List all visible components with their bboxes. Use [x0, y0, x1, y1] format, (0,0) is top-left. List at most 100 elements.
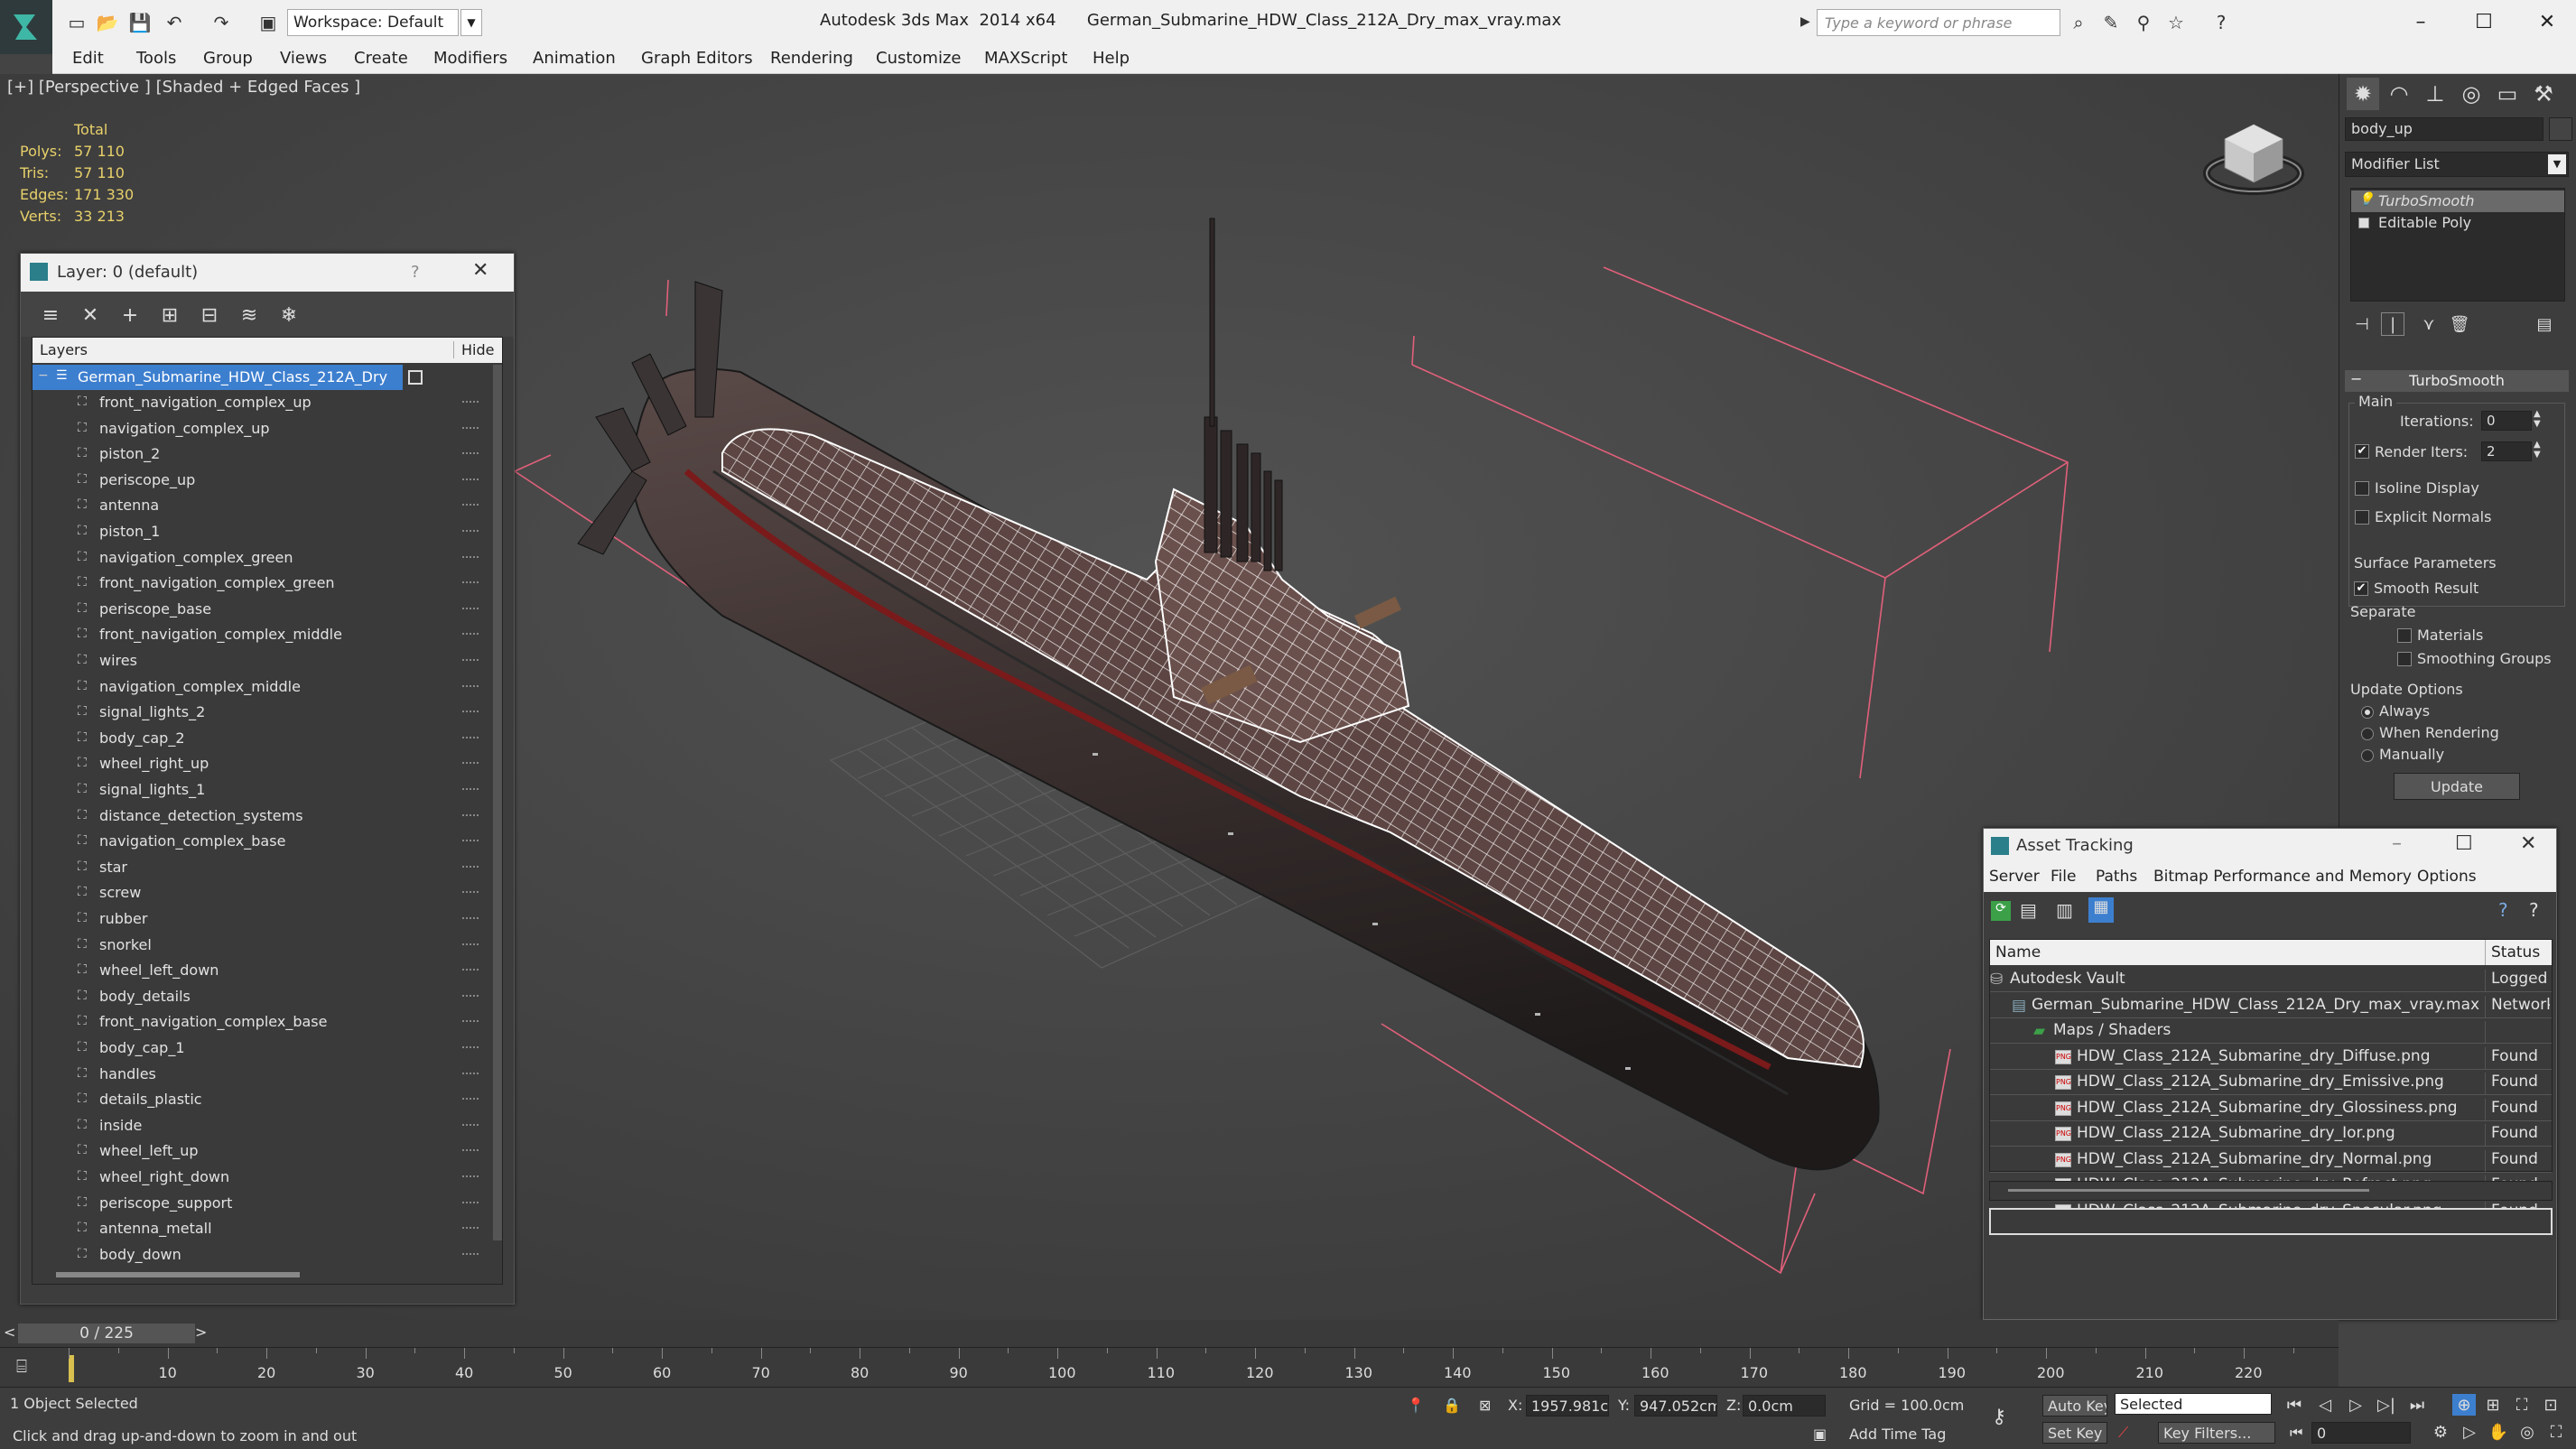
hide-toggle[interactable] — [462, 891, 479, 894]
x-coordinate-field[interactable]: 1957.981c — [1526, 1395, 1609, 1416]
menu-edit[interactable]: Edit — [72, 49, 104, 68]
time-configuration-icon[interactable]: ⚙ — [2429, 1421, 2452, 1443]
subscription-icon[interactable]: ✎ — [2098, 11, 2124, 34]
hide-toggle[interactable] — [462, 1149, 479, 1152]
set-key-mode-icon[interactable]: ⚷ — [1992, 1406, 2006, 1428]
col-status[interactable]: Status — [2485, 940, 2545, 965]
lightbulb-icon[interactable]: 💡 — [2358, 192, 2374, 207]
stack-item-editable-poly[interactable]: Editable Poly — [2351, 212, 2564, 234]
menu-server[interactable]: Server — [1989, 868, 2040, 886]
hide-toggle[interactable] — [462, 1175, 479, 1178]
pan-view-icon[interactable]: ✋ — [2487, 1421, 2510, 1443]
isoline-display-checkbox[interactable] — [2355, 481, 2369, 496]
delete-layer-icon[interactable]: ✕ — [77, 302, 104, 328]
workspace-dropdown[interactable]: Workspace: Default — [287, 9, 459, 36]
play-icon[interactable]: ▷ — [2344, 1394, 2367, 1416]
orbit-icon[interactable]: ◎ — [2516, 1421, 2539, 1443]
hide-toggle[interactable] — [462, 1123, 479, 1127]
hide-toggle[interactable] — [462, 607, 479, 610]
set-key-button[interactable]: Set Key — [2042, 1422, 2107, 1444]
menu-maxscript[interactable]: MAXScript — [984, 49, 1067, 68]
key-filters-button[interactable]: Key Filters... — [2158, 1422, 2275, 1444]
smoothing-groups-checkbox[interactable] — [2397, 652, 2412, 666]
menu-tools[interactable]: Tools — [136, 49, 176, 68]
configure-modifier-sets-icon[interactable]: ▤ — [2533, 312, 2556, 336]
hide-toggle[interactable] — [462, 917, 479, 920]
new-file-icon[interactable]: ▭ — [63, 9, 90, 36]
layer-object-row[interactable]: ⛶ wheel_left_up — [33, 1138, 493, 1164]
asset-row[interactable]: PNG HDW_Class_212A_Submarine_dry_Normal.p… — [1990, 1147, 2552, 1173]
undo-icon[interactable]: ↶ — [161, 9, 188, 36]
layer-object-row[interactable]: ⛶ periscope_base — [33, 597, 493, 622]
viewcube-icon[interactable] — [2201, 116, 2306, 206]
selection-lock-icon[interactable]: 🔒 — [1443, 1397, 1461, 1414]
manually-radio[interactable] — [2361, 749, 2374, 762]
hide-toggle[interactable] — [462, 684, 479, 688]
zoom-icon[interactable]: ⊕ — [2452, 1394, 2476, 1416]
next-frame-icon[interactable]: ▷| — [2375, 1394, 2398, 1416]
menu-create[interactable]: Create — [354, 49, 408, 68]
modifier-stack[interactable]: 💡 TurboSmooth Editable Poly — [2350, 188, 2565, 302]
smooth-result-checkbox[interactable]: ✔ — [2354, 581, 2368, 596]
show-end-result-icon[interactable]: ❘ — [2381, 312, 2404, 336]
vertical-scrollbar[interactable] — [493, 365, 502, 1240]
layer-object-row[interactable]: ⛶ front_navigation_complex_green — [33, 571, 493, 596]
time-tag-icon[interactable]: ▣ — [1813, 1426, 1827, 1443]
search-expand-icon[interactable]: ▶ — [1800, 14, 1810, 29]
make-unique-icon[interactable]: ⋎ — [2417, 312, 2441, 336]
layer-window-titlebar[interactable]: Layer: 0 (default) ? ✕ — [21, 254, 514, 292]
go-to-start-icon[interactable]: ⏮ — [2290, 1424, 2302, 1442]
hide-toggle[interactable] — [462, 788, 479, 791]
update-button[interactable]: Update — [2394, 773, 2520, 800]
asset-row[interactable]: ▰ Maps / Shaders — [1990, 1018, 2552, 1044]
iterations-spinner[interactable]: 0 — [2481, 411, 2532, 431]
layer-object-row[interactable]: ⛶ navigation_complex_middle — [33, 674, 493, 700]
layer-object-row[interactable]: ⛶ body_cap_2 — [33, 726, 493, 751]
asset-window-titlebar[interactable]: Asset Tracking – ☐ ✕ — [1984, 829, 2556, 863]
hide-toggle[interactable] — [462, 736, 479, 739]
menu-graph-editors[interactable]: Graph Editors — [641, 49, 753, 68]
help-icon[interactable]: ? — [2498, 899, 2508, 921]
asset-path-field[interactable] — [1989, 1208, 2553, 1235]
hide-toggle[interactable] — [462, 865, 479, 868]
hide-toggle[interactable] — [462, 555, 479, 559]
add-to-layer-icon[interactable]: + — [116, 302, 144, 328]
search-input[interactable]: Type a keyword or phrase — [1817, 9, 2060, 36]
asset-table[interactable]: Name Status ⛁ Autodesk Vault Logged O ▤ Germ… — [1989, 939, 2553, 1224]
modifier-list-dropdown[interactable]: Modifier List ▼ — [2345, 152, 2569, 177]
binoculars-icon[interactable]: ⌕ — [2066, 11, 2091, 34]
asset-row[interactable]: ▤ German_Submarine_HDW_Class_212A_Dry_max… — [1990, 993, 2552, 1018]
save-file-icon[interactable]: 💾 — [126, 9, 153, 36]
time-slider-knob[interactable]: 0 / 225 — [18, 1324, 195, 1343]
layer-object-row[interactable]: ⛶ handles — [33, 1062, 493, 1087]
hide-toggle[interactable] — [462, 659, 479, 662]
turbosmooth-rollout-header[interactable]: − TurboSmooth — [2345, 370, 2569, 392]
menu-rendering[interactable]: Rendering — [770, 49, 853, 68]
pin-stack-icon[interactable]: ⊣ — [2350, 312, 2374, 336]
minimize-button[interactable]: – — [2398, 5, 2443, 38]
layer-object-row[interactable]: ⛶ body_details — [33, 984, 493, 1009]
communication-center-icon[interactable]: ⚲ — [2131, 11, 2156, 34]
always-radio[interactable] — [2361, 706, 2374, 719]
minimize-button[interactable]: – — [2392, 832, 2402, 855]
hide-toggle[interactable] — [462, 401, 479, 404]
time-slider[interactable]: < 0 / 225 > — [0, 1320, 2339, 1347]
auto-key-button[interactable]: Auto Key — [2042, 1395, 2107, 1416]
chevron-down-icon[interactable]: ▼ — [2548, 154, 2566, 174]
menu-paths[interactable]: Paths — [2096, 868, 2137, 886]
object-name-field[interactable]: body_up — [2345, 117, 2543, 141]
layer-object-row[interactable]: ⛶ star — [33, 855, 493, 880]
hide-toggle[interactable] — [462, 711, 479, 713]
horizontal-scrollbar[interactable] — [56, 1272, 300, 1277]
layer-object-row[interactable]: ⛶ navigation_complex_up — [33, 416, 493, 441]
menu-options[interactable]: Options — [2417, 868, 2477, 886]
hide-toggle[interactable] — [462, 969, 479, 971]
layer-root-row[interactable]: − ☰ German_Submarine_HDW_Class_212A_Dry — [33, 365, 493, 390]
3dsmax-logo-icon[interactable] — [0, 0, 52, 54]
render-iters-spinner[interactable]: 2 — [2481, 441, 2532, 461]
menu-modifiers[interactable]: Modifiers — [433, 49, 507, 68]
zoom-extents-all-icon[interactable]: ⊡ — [2539, 1394, 2562, 1416]
hide-toggle[interactable] — [462, 530, 479, 533]
redo-icon[interactable]: ↷ — [208, 9, 235, 36]
layer-object-row[interactable]: ⛶ front_navigation_complex_base — [33, 1009, 493, 1035]
